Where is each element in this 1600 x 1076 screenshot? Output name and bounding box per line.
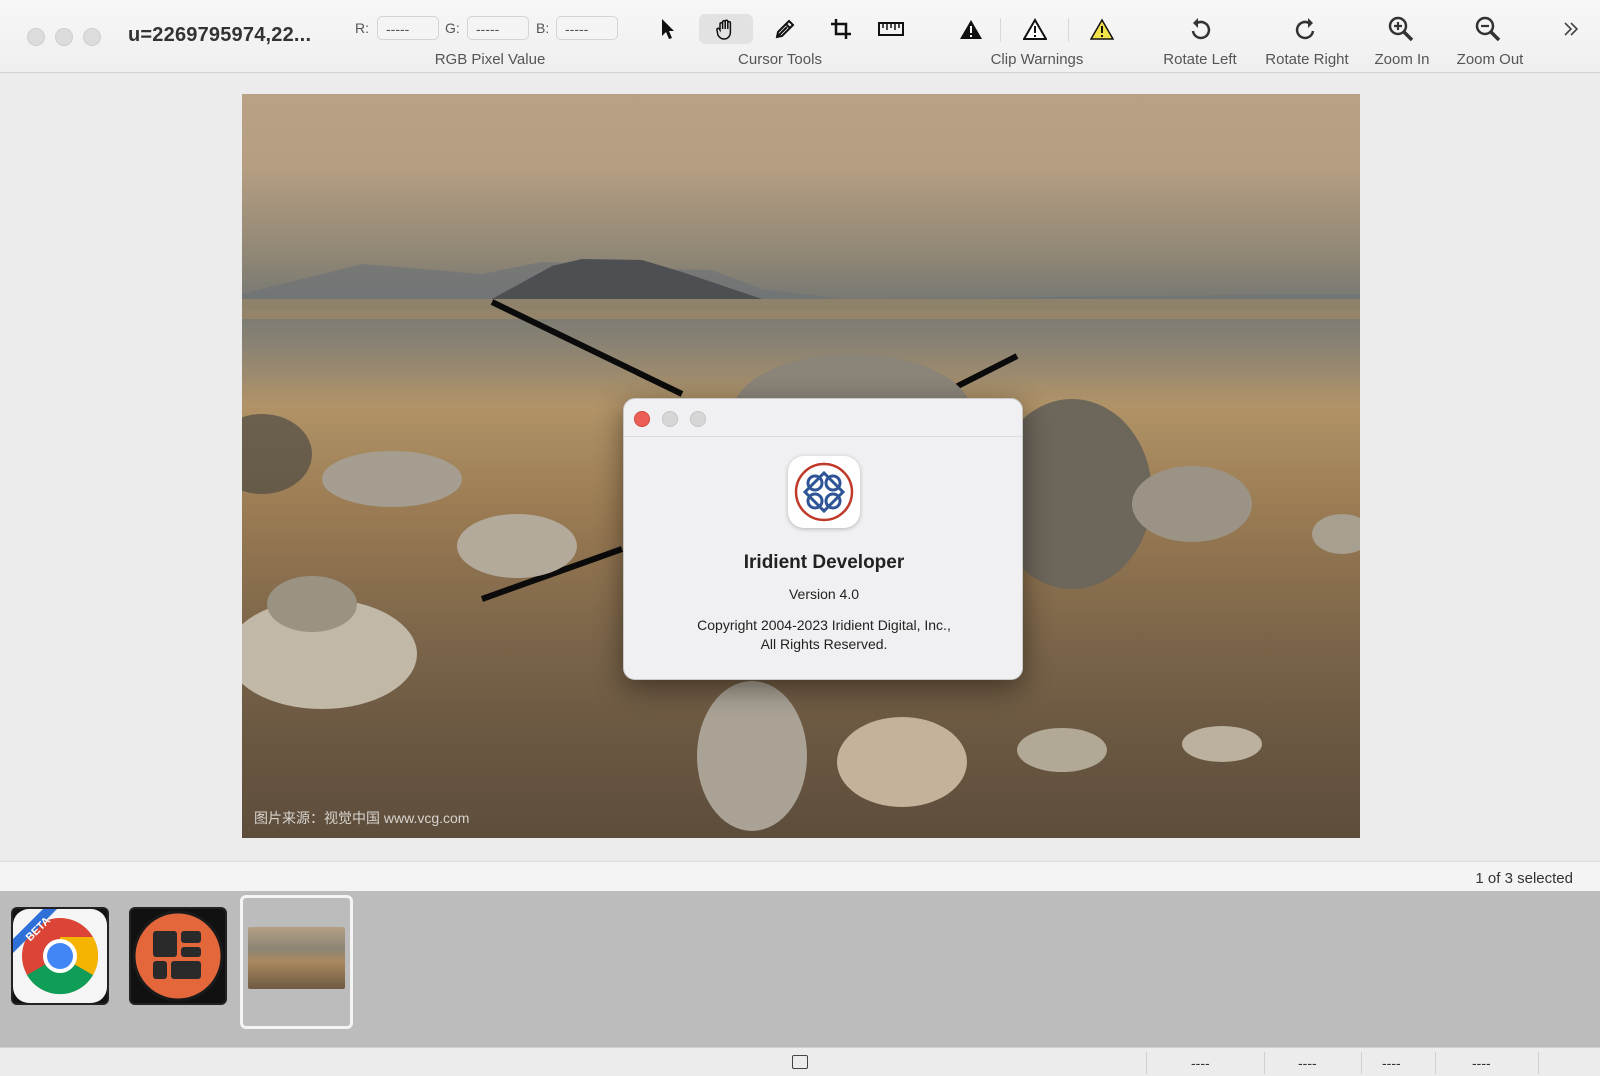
g-value-field: ----- (467, 16, 529, 40)
chevron-double-right-icon[interactable] (1558, 14, 1584, 44)
separator (1068, 18, 1069, 42)
chrome-beta-app-icon[interactable]: BETA (11, 907, 109, 1005)
crop-icon[interactable] (826, 14, 856, 44)
separator (1000, 18, 1001, 42)
status-field-1: ---- (1191, 1055, 1210, 1071)
ruler-icon[interactable] (876, 14, 906, 44)
dialog-titlebar (624, 399, 1022, 437)
dialog-close-button[interactable] (634, 411, 650, 427)
hand-tool-icon[interactable] (699, 14, 753, 44)
status-bar: ---- ---- ---- ---- (0, 1047, 1600, 1076)
app-logo-icon (788, 456, 860, 528)
clip-warnings-label: Clip Warnings (990, 51, 1084, 68)
photo-watermark: 图片来源：视觉中国 www.vcg.com (254, 810, 470, 826)
app-version: Version 4.0 (788, 586, 860, 602)
rotate-right-icon[interactable] (1291, 14, 1321, 44)
status-field-2: ---- (1298, 1055, 1317, 1071)
status-field-3: ---- (1382, 1055, 1401, 1071)
selection-count: 1 of 3 selected (1475, 870, 1573, 887)
copyright-line-2: All Rights Reserved. (760, 636, 888, 652)
yellow-clip-warning-icon[interactable] (1087, 14, 1117, 44)
status-field-4: ---- (1472, 1055, 1491, 1071)
arrow-cursor-icon[interactable] (652, 14, 684, 44)
status-divider (1264, 1052, 1265, 1074)
status-divider (1435, 1052, 1436, 1074)
rotate-left-icon[interactable] (1185, 14, 1215, 44)
status-divider (1538, 1052, 1539, 1074)
zoom-out-icon[interactable] (1473, 14, 1503, 44)
rotate-right-label[interactable]: Rotate Right (1255, 51, 1359, 68)
rotate-left-label[interactable]: Rotate Left (1150, 51, 1250, 68)
window-title: u=2269795974,22... (128, 24, 312, 46)
landscape-photo-thumbnail[interactable] (248, 927, 345, 989)
app-name: Iridient Developer (743, 552, 905, 573)
b-value-field: ----- (556, 16, 618, 40)
g-label: G: (445, 20, 460, 36)
window-minimize-button[interactable] (55, 28, 73, 46)
b-label: B: (536, 20, 550, 36)
filmstrip: BETA (0, 891, 1600, 1047)
r-value-field: ----- (377, 16, 439, 40)
zoom-out-label[interactable]: Zoom Out (1445, 51, 1535, 68)
eyedropper-icon[interactable] (770, 14, 800, 44)
black-clip-warning-icon[interactable] (956, 14, 986, 44)
cursor-tools-label: Cursor Tools (738, 51, 822, 68)
status-menu-icon[interactable] (792, 1055, 808, 1069)
zoom-in-icon[interactable] (1386, 14, 1416, 44)
toolbar: u=2269795974,22... R: ----- G: ----- B: … (0, 0, 1600, 73)
window-close-button[interactable] (27, 28, 45, 46)
orange-grid-app-icon[interactable] (129, 907, 227, 1005)
about-dialog: Iridient Developer Version 4.0 Copyright… (623, 398, 1023, 680)
white-clip-warning-icon[interactable] (1020, 14, 1050, 44)
r-label: R: (355, 20, 369, 36)
copyright-line-1: Copyright 2004-2023 Iridient Digital, In… (697, 617, 951, 633)
dialog-minimize-button (662, 411, 678, 427)
status-divider (1146, 1052, 1147, 1074)
copyright-text: Copyright 2004-2023 Iridient Digital, In… (624, 616, 1022, 654)
dialog-zoom-button (690, 411, 706, 427)
status-divider (1361, 1052, 1362, 1074)
selection-bar: 1 of 3 selected (0, 861, 1600, 891)
zoom-in-label[interactable]: Zoom In (1362, 51, 1442, 68)
window-zoom-button[interactable] (83, 28, 101, 46)
rgb-pixel-value-label: RGB Pixel Value (434, 51, 546, 68)
